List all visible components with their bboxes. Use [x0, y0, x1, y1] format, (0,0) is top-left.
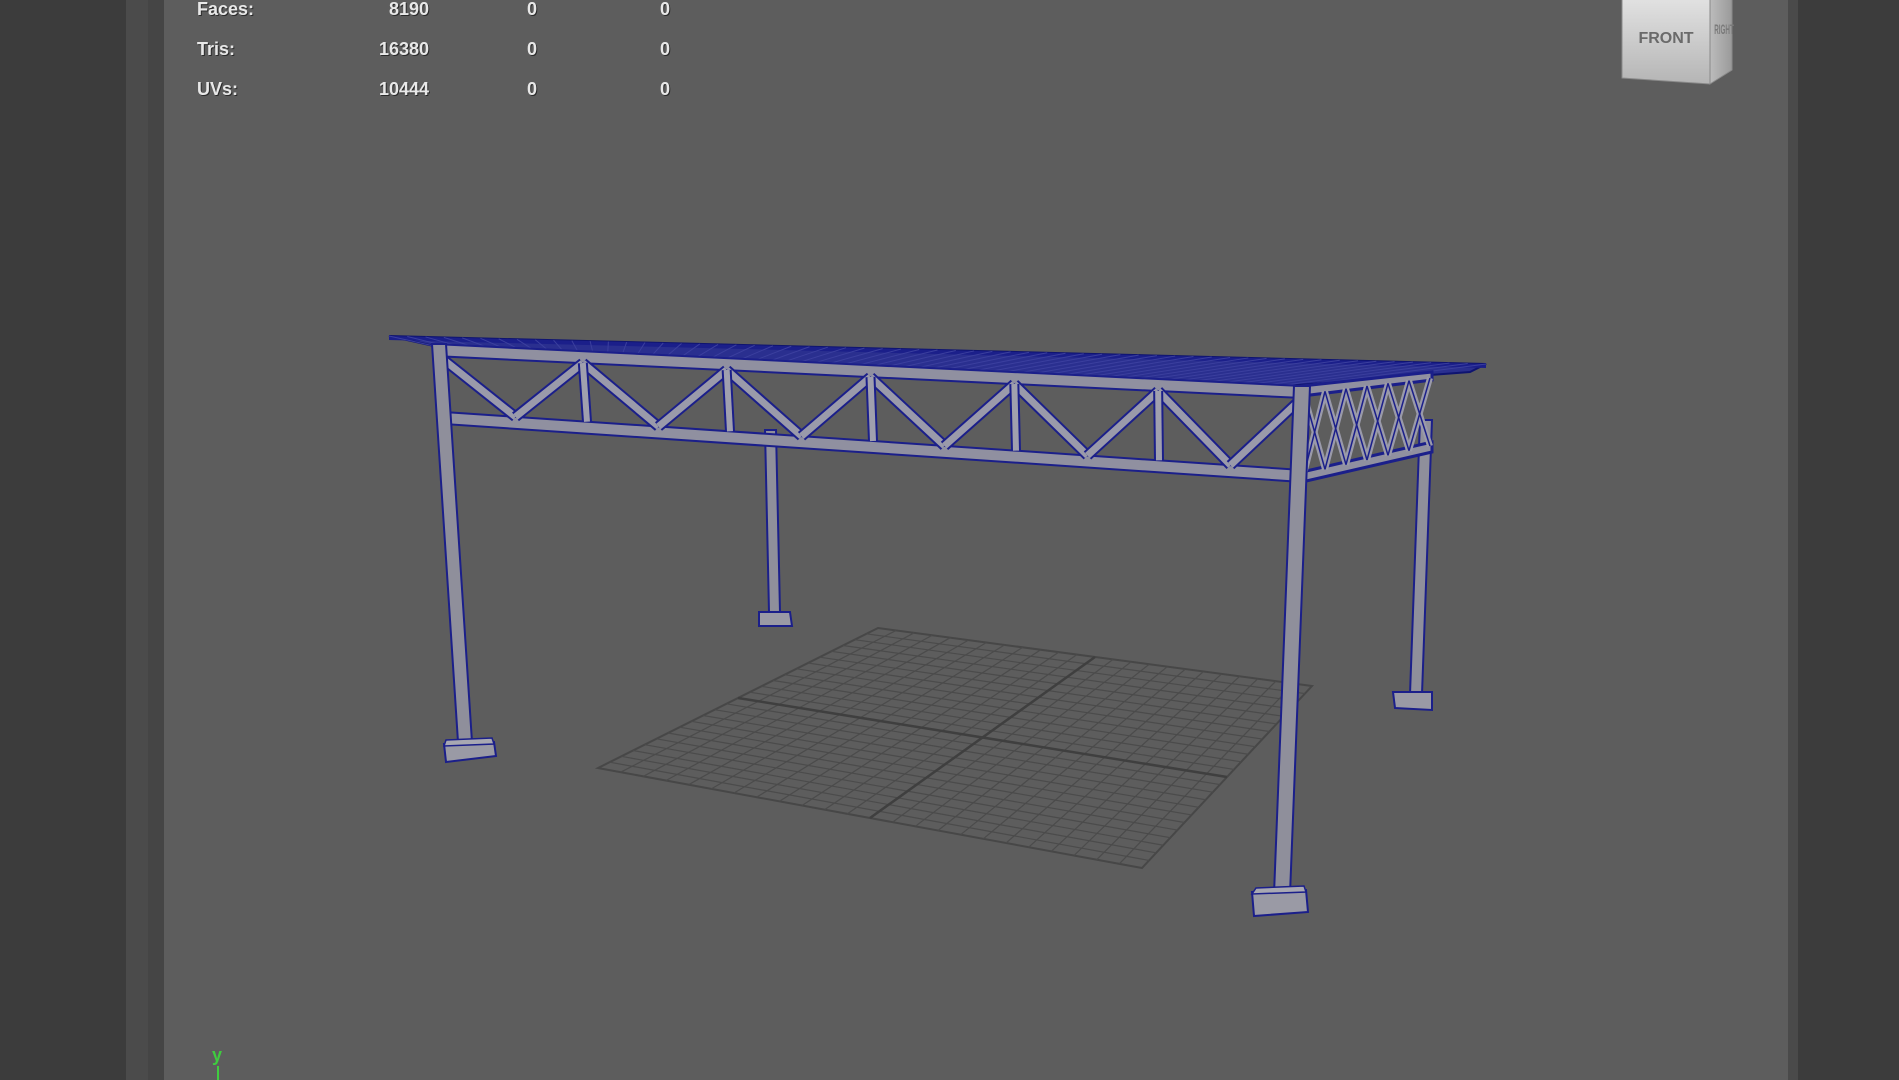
truss-diagonal	[1085, 388, 1161, 459]
left-panel-divider[interactable]	[148, 0, 164, 1080]
truss-diagonal	[799, 374, 873, 439]
front-right-leg[interactable]	[1250, 385, 1312, 918]
truss-diagonal	[580, 360, 661, 430]
viewcube-side-label[interactable]: RIGHT	[1714, 22, 1734, 37]
truss-diagonal	[1011, 381, 1090, 459]
maya-app-window: Faces: 8190 0 0 Tris: 16380 0 0 UVs: 104…	[0, 0, 1899, 1080]
truss-post	[723, 369, 733, 432]
truss-diagonal	[656, 367, 729, 430]
side-truss[interactable]	[1300, 370, 1434, 484]
back-right-leg[interactable]	[1391, 419, 1434, 712]
truss-diagonal	[1155, 388, 1234, 468]
truss-post	[579, 362, 590, 422]
y-axis-line	[217, 1066, 219, 1080]
front-left-leg[interactable]	[430, 343, 498, 764]
y-axis-indicator-icon: y	[212, 1045, 223, 1065]
truss-post	[1011, 383, 1019, 451]
right-panel-background	[1798, 0, 1899, 1080]
right-panel-divider[interactable]	[1788, 0, 1798, 1080]
truss-diagonal	[513, 360, 586, 420]
scene-canvas[interactable]	[164, 0, 1788, 1080]
perspective-viewport[interactable]: Faces: 8190 0 0 Tris: 16380 0 0 UVs: 104…	[164, 0, 1788, 1080]
truss-diagonal	[942, 381, 1017, 449]
left-toolbar-rail[interactable]	[126, 0, 148, 1080]
truss-diagonal	[724, 367, 804, 439]
left-panel-background	[0, 0, 126, 1080]
truss-diagonal	[868, 374, 947, 449]
truss-post	[867, 376, 876, 442]
ground-grid	[594, 626, 1315, 870]
viewcube-front-label[interactable]: FRONT	[1638, 30, 1693, 47]
viewcube-icon[interactable]: FRONT RIGHT	[1606, 0, 1736, 94]
truss-post	[1155, 390, 1162, 461]
back-left-leg[interactable]	[758, 429, 794, 627]
